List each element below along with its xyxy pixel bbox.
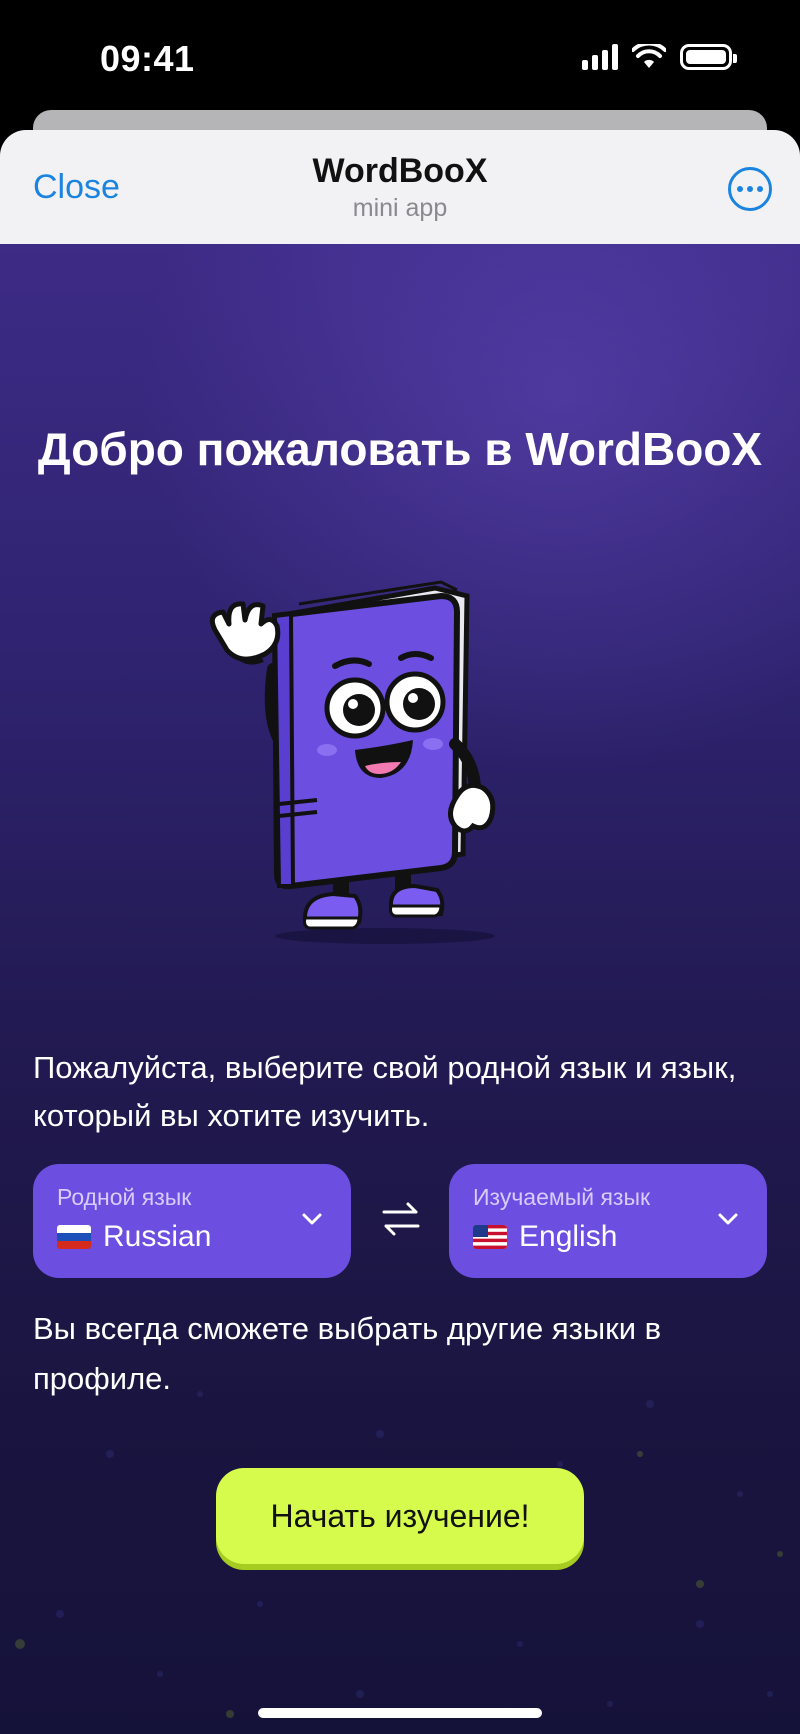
app-title: WordBooX: [312, 152, 488, 190]
wifi-icon: [632, 44, 666, 68]
mini-app-sheet: Close WordBooX mini app Добро пожаловать…: [0, 130, 800, 1734]
target-language-text: English: [519, 1220, 618, 1253]
welcome-title: Добро пожаловать в WordBooX: [37, 423, 763, 475]
more-icon[interactable]: [728, 167, 772, 211]
intro-text: Пожалуйста, выберите свой родной язык и …: [33, 1050, 737, 1133]
status-time: 09:41: [100, 38, 195, 79]
signal-icon: [582, 44, 618, 70]
chevron-down-icon: [302, 1213, 322, 1225]
native-language-value: Russian: [57, 1220, 211, 1254]
nav-bar: Close WordBooX mini app: [0, 130, 800, 244]
chevron-down-icon: [718, 1213, 738, 1225]
start-learning-button[interactable]: Начать изучение!: [216, 1468, 584, 1564]
target-language-select[interactable]: Изучаемый язык English: [449, 1164, 767, 1278]
target-language-label: Изучаемый язык: [473, 1184, 651, 1210]
note-text: Вы всегда сможете выбрать другие языки в…: [33, 1311, 662, 1396]
us-flag-icon: [473, 1225, 507, 1249]
ru-flag-icon: [57, 1225, 91, 1249]
native-language-text: Russian: [103, 1220, 212, 1253]
home-indicator[interactable]: [258, 1708, 542, 1718]
target-language-value: English: [473, 1220, 617, 1254]
swap-icon[interactable]: [376, 1194, 426, 1244]
welcome-screen: Добро пожаловать в WordBooX Пожалуйста, …: [0, 244, 800, 1734]
book-mascot: [209, 580, 496, 944]
app-subtitle: mini app: [352, 194, 448, 222]
battery-icon: [680, 44, 737, 70]
native-language-label: Родной язык: [57, 1184, 192, 1210]
native-language-select[interactable]: Родной язык Russian: [33, 1164, 351, 1278]
status-icons: [582, 44, 737, 70]
status-bar: 09:41: [0, 0, 800, 110]
